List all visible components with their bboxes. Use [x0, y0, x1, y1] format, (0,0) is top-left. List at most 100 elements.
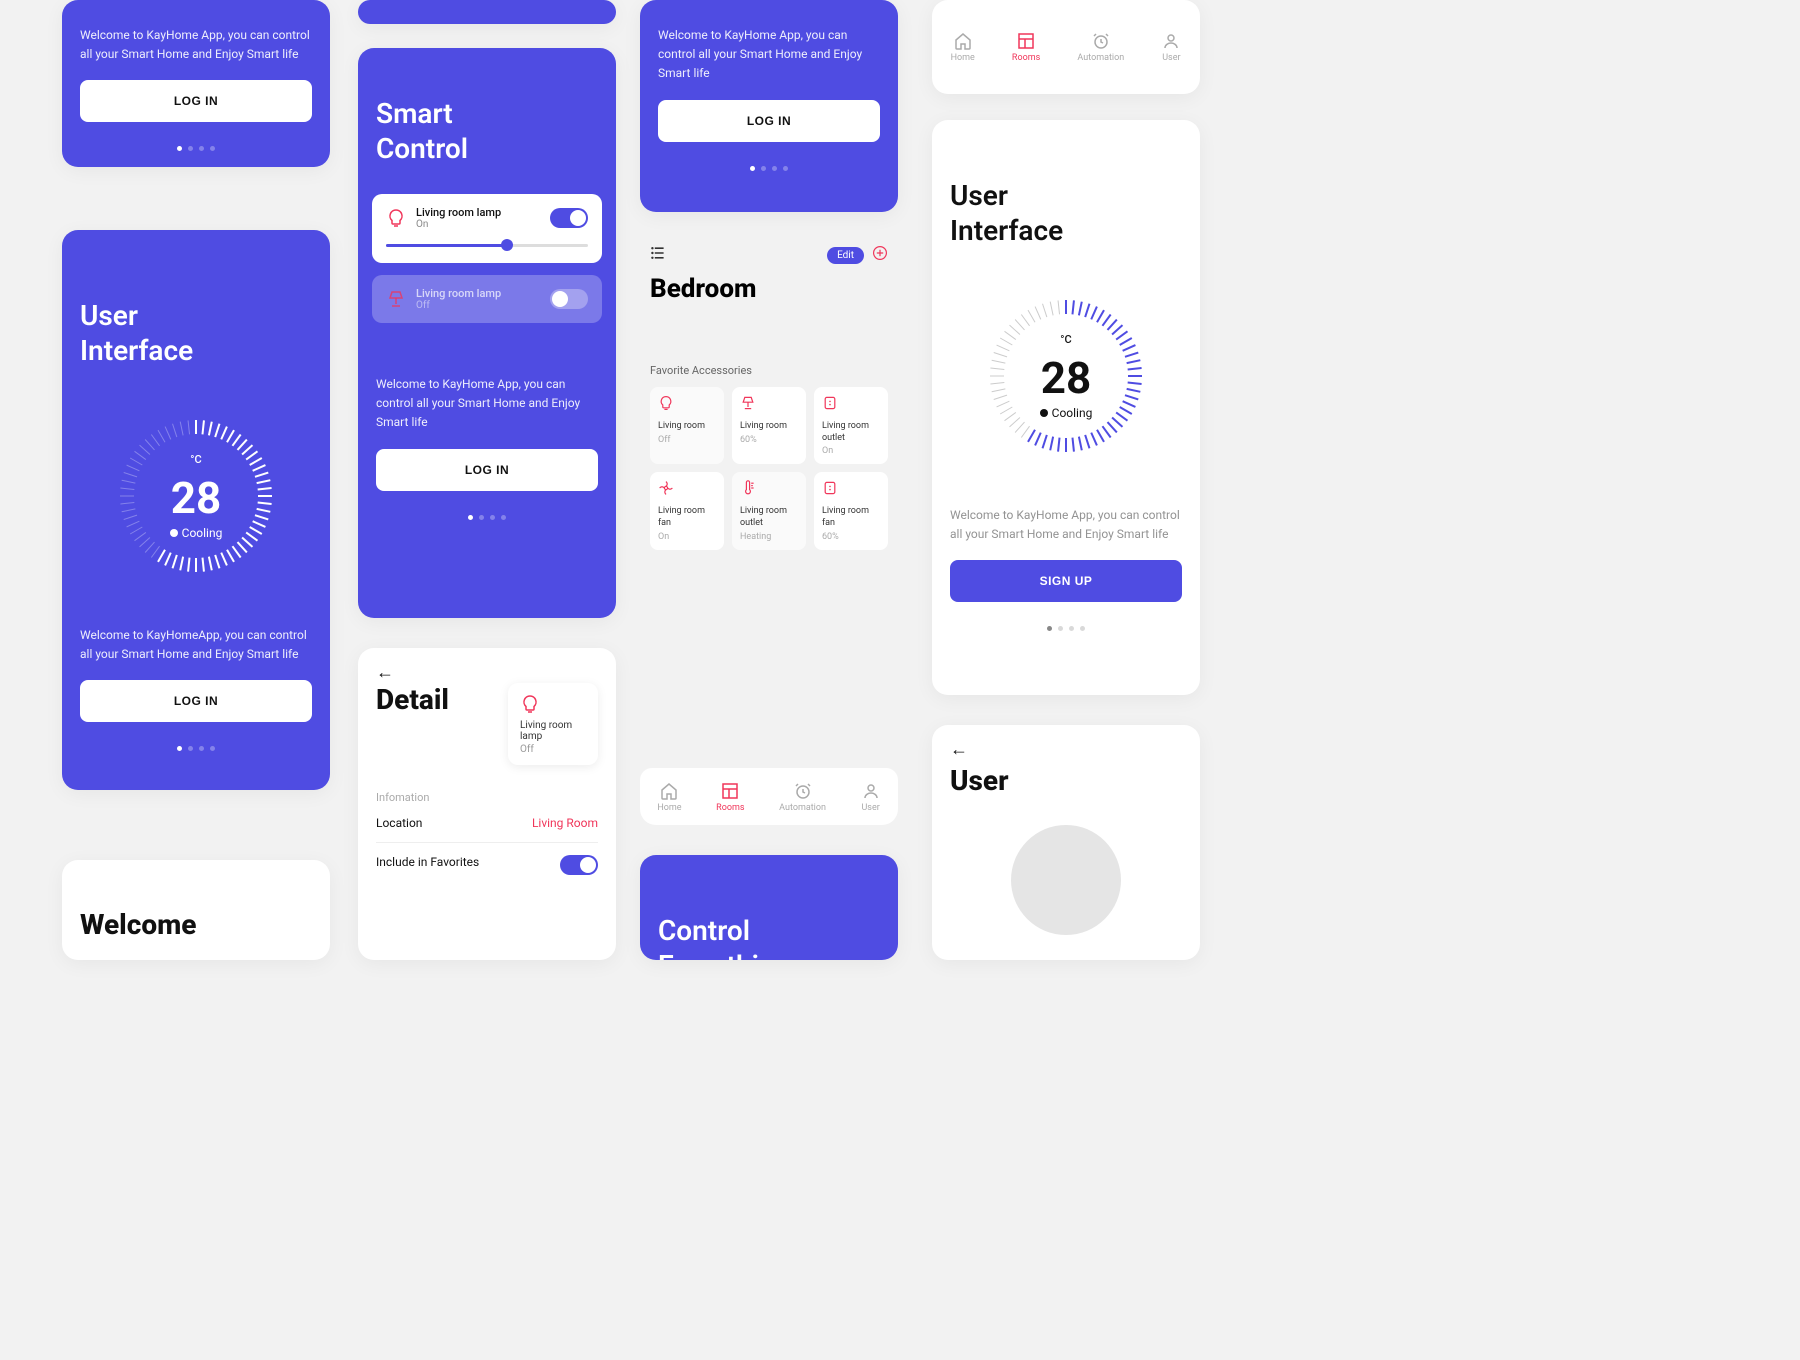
- nav-label: Rooms: [716, 803, 744, 813]
- device-card[interactable]: Living room lamp Off: [372, 275, 602, 323]
- toggle-switch[interactable]: [560, 855, 598, 875]
- home-icon: [951, 30, 975, 51]
- rooms-icon: [716, 780, 744, 801]
- accessory-tile[interactable]: Living room fan On: [650, 472, 724, 549]
- bottom-nav: Home Rooms Automation User: [932, 18, 1200, 75]
- page-dots: [358, 491, 616, 538]
- brightness-slider[interactable]: [386, 244, 588, 247]
- info-row: Include in Favorites: [376, 843, 598, 887]
- nav-label: Automation: [1077, 53, 1124, 63]
- outlet-icon: [822, 396, 838, 415]
- device-card[interactable]: Living room lamp On: [372, 194, 602, 263]
- section-label: Favorite Accessories: [640, 364, 898, 387]
- user-icon: [1161, 30, 1181, 51]
- page-dots: [62, 122, 330, 167]
- login-button[interactable]: LOG IN: [80, 680, 312, 722]
- page-title: User Interface: [62, 280, 330, 386]
- thermostat-dial[interactable]: °C 28 Cooling: [62, 386, 330, 606]
- tile-name: Living room: [740, 421, 798, 433]
- accessory-tile[interactable]: Living room fan 60%: [814, 472, 888, 549]
- login-button[interactable]: LOG IN: [376, 449, 598, 491]
- bulb-icon: [658, 396, 674, 415]
- device-state: Off: [520, 744, 586, 755]
- list-icon[interactable]: [650, 245, 666, 266]
- outlet-icon: [822, 481, 838, 500]
- nav-automation[interactable]: Automation: [1077, 30, 1124, 63]
- toggle-switch[interactable]: [550, 208, 588, 228]
- nav-label: User: [1162, 53, 1180, 63]
- welcome-text: Welcome to KayHome App, you can control …: [640, 26, 898, 84]
- accessory-tile[interactable]: Living room outlet On: [814, 387, 888, 464]
- nav-rooms[interactable]: Rooms: [1012, 30, 1040, 63]
- add-button[interactable]: [872, 245, 888, 266]
- page-dots: [932, 602, 1200, 649]
- device-card[interactable]: Living room lamp Off: [508, 683, 598, 765]
- bottom-nav: Home Rooms Automation User: [640, 768, 898, 825]
- thermo-icon: [740, 481, 756, 500]
- welcome-text: Welcome to KayHome App, you can control …: [358, 375, 616, 433]
- page-title: User: [932, 760, 1200, 815]
- fan-icon: [658, 481, 674, 500]
- page-title: Welcome: [62, 890, 330, 959]
- device-state: On: [416, 219, 540, 230]
- edit-button[interactable]: Edit: [827, 247, 864, 264]
- welcome-text: Welcome to KayHome App, you can control …: [932, 506, 1200, 544]
- nav-label: Home: [657, 803, 681, 813]
- nav-home[interactable]: Home: [657, 780, 681, 813]
- info-row[interactable]: Location Living Room: [376, 804, 598, 843]
- tile-name: Living room outlet: [822, 421, 880, 444]
- lamp-icon: [740, 396, 756, 415]
- nav-user[interactable]: User: [1161, 30, 1181, 63]
- device-name: Living room lamp: [416, 206, 540, 219]
- tile-state: Off: [658, 435, 716, 445]
- accessory-tile[interactable]: Living room Off: [650, 387, 724, 464]
- nav-home[interactable]: Home: [951, 30, 975, 63]
- nav-label: Home: [951, 53, 975, 63]
- rooms-icon: [1012, 30, 1040, 51]
- device-name: Living room lamp: [416, 287, 540, 300]
- nav-user[interactable]: User: [861, 780, 881, 813]
- page-dots: [640, 142, 898, 189]
- info-key: Include in Favorites: [376, 855, 479, 875]
- page-title: Control Everything: [640, 895, 898, 960]
- tile-state: Heating: [740, 532, 798, 542]
- page-title: Smart Control: [358, 78, 616, 184]
- page-title: Bedroom: [640, 270, 898, 324]
- bulb-icon: [520, 693, 540, 712]
- page-title: Detail: [376, 683, 492, 716]
- device-name: Living room lamp: [520, 720, 586, 742]
- tile-state: On: [658, 532, 716, 542]
- home-icon: [657, 780, 681, 801]
- device-state: Off: [416, 300, 540, 311]
- toggle-switch[interactable]: [550, 289, 588, 309]
- nav-label: User: [861, 803, 879, 813]
- tile-state: 60%: [740, 435, 798, 445]
- signup-button[interactable]: SIGN UP: [950, 560, 1182, 602]
- nav-automation[interactable]: Automation: [779, 780, 826, 813]
- tile-state: On: [822, 446, 880, 456]
- info-key: Location: [376, 816, 422, 830]
- thermostat-dial[interactable]: °C 28 Cooling: [932, 266, 1200, 486]
- tile-name: Living room: [658, 421, 716, 433]
- info-value: Living Room: [532, 816, 598, 830]
- page-dots: [62, 722, 330, 769]
- back-button[interactable]: ←: [358, 648, 616, 683]
- user-icon: [861, 780, 881, 801]
- nav-label: Automation: [779, 803, 826, 813]
- tile-name: Living room fan: [658, 506, 716, 529]
- tile-name: Living room outlet: [740, 506, 798, 529]
- back-button[interactable]: ←: [932, 725, 1200, 760]
- login-button[interactable]: LOG IN: [658, 100, 880, 142]
- accessory-tile[interactable]: Living room outlet Heating: [732, 472, 806, 549]
- tile-name: Living room fan: [822, 506, 880, 529]
- avatar[interactable]: [1011, 825, 1121, 935]
- clock-icon: [779, 780, 826, 801]
- clock-icon: [1077, 30, 1124, 51]
- accessory-tile[interactable]: Living room 60%: [732, 387, 806, 464]
- tile-state: 60%: [822, 532, 880, 542]
- page-title: UserInterface: [932, 160, 1200, 266]
- nav-rooms[interactable]: Rooms: [716, 780, 744, 813]
- welcome-text: Welcome to KayHome App, you can control …: [62, 26, 330, 64]
- section-label: Infomation: [376, 791, 598, 804]
- login-button[interactable]: LOG IN: [80, 80, 312, 122]
